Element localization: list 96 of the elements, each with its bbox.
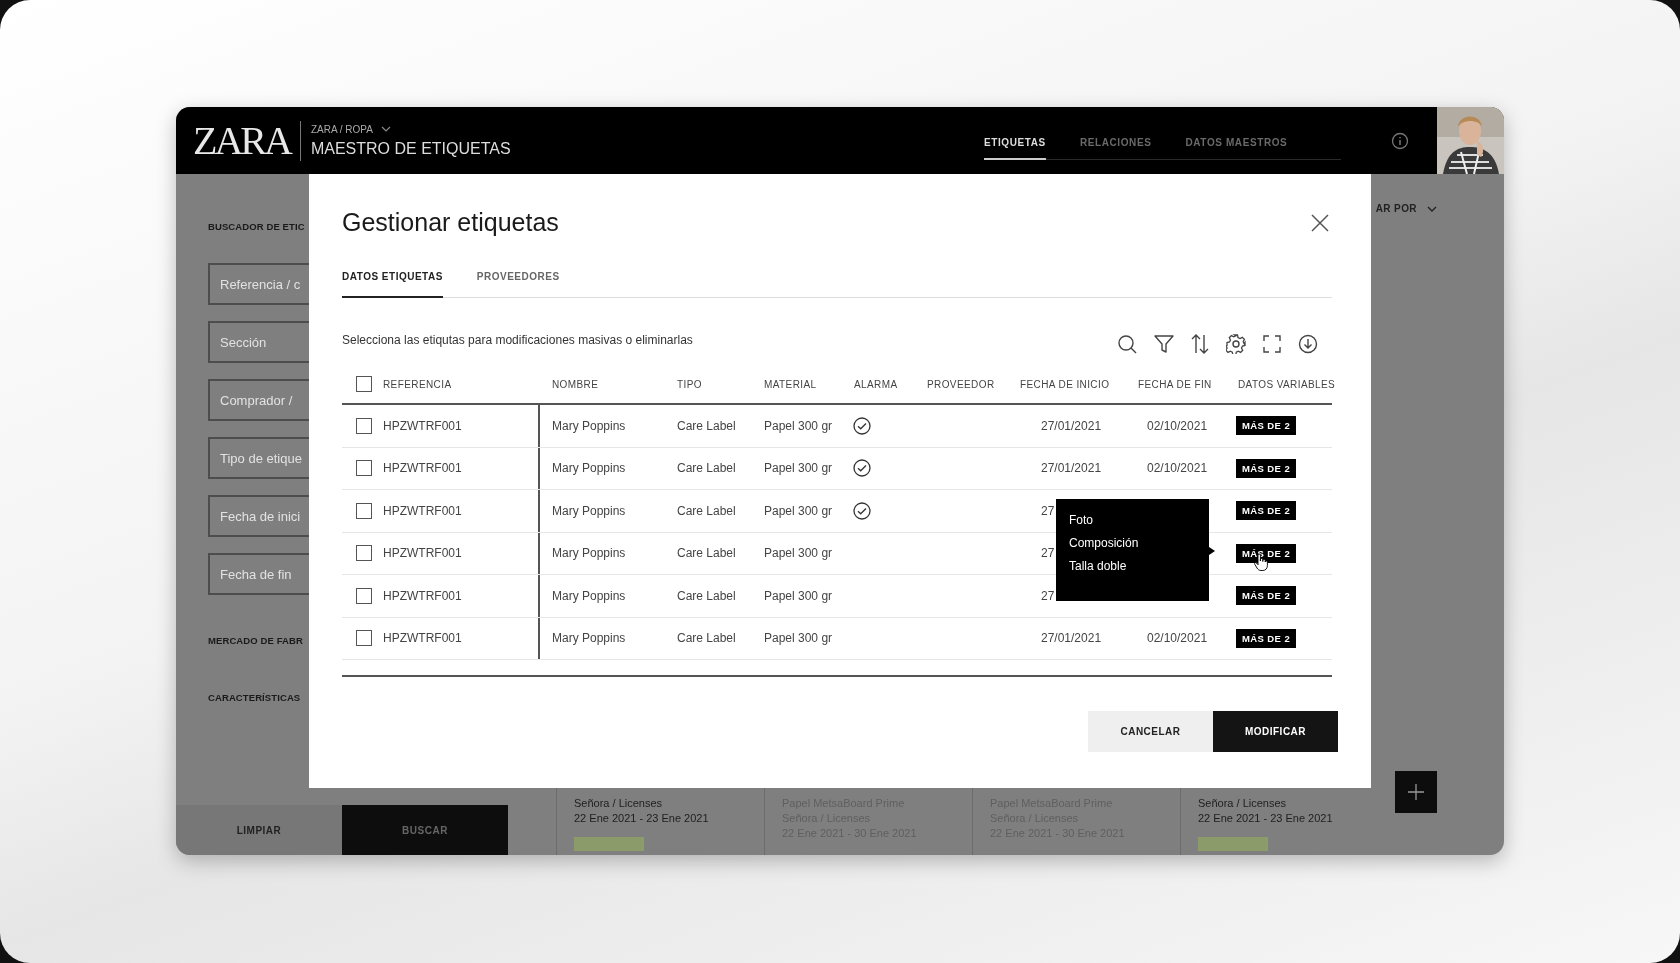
column-header: NOMBRE [552, 378, 599, 390]
table-cell: HPZWTRF001 [383, 546, 462, 561]
breadcrumb-dropdown[interactable]: ZARA / ROPA [310, 123, 391, 135]
column-header: MATERIAL [764, 378, 817, 390]
tab[interactable]: PROVEEDORES [476, 271, 560, 297]
more-badge[interactable]: MÁS DE 2 [1236, 501, 1297, 521]
table-cell: 02/10/2021 [1147, 461, 1208, 476]
table-cell: Care Label [677, 588, 736, 603]
column-header: REFERENCIA [383, 378, 452, 390]
table-cell: 27 [1041, 588, 1055, 603]
row-checkbox[interactable] [356, 502, 372, 519]
table-cell: Papel 300 gr [764, 631, 833, 646]
row-checkbox[interactable] [356, 587, 372, 604]
column-header: TIPO [677, 378, 702, 390]
table-cell: Care Label [677, 503, 736, 518]
table-cell: 27 [1041, 503, 1055, 518]
table-cell: Mary Poppins [552, 546, 626, 561]
download-icon[interactable] [1298, 334, 1318, 354]
table-cell: Papel 300 gr [764, 418, 833, 433]
column-header: FECHA DE FIN [1138, 378, 1212, 390]
fullscreen-icon[interactable] [1263, 335, 1281, 353]
add-button[interactable] [1395, 771, 1437, 813]
table-cell: 02/10/2021 [1147, 418, 1208, 433]
search-icon[interactable] [1117, 334, 1137, 354]
table-cell: 27/01/2021 [1041, 461, 1102, 476]
table-cell: Mary Poppins [552, 631, 626, 646]
row-checkbox[interactable] [356, 630, 372, 647]
table-cell: HPZWTRF001 [383, 631, 462, 646]
table-cell: Mary Poppins [552, 461, 626, 476]
column-header: FECHA DE INICIO [1020, 378, 1110, 390]
table-cell: Papel 300 gr [764, 546, 833, 561]
app-title: MAESTRO DE ETIQUETAS [310, 139, 511, 158]
card-text: 22 Ene 2021 - 23 Ene 2021 [1198, 811, 1334, 826]
table-row[interactable]: HPZWTRF001 Mary Poppins Care Label Papel 300 gr 27/01/2021 02/10/2021 MÁS DE 2 [342, 405, 1332, 448]
filter-icon[interactable] [1154, 334, 1174, 354]
filter-section: MERCADO DE FABR [208, 635, 303, 646]
table-cell: Mary Poppins [552, 503, 626, 518]
table-cell: Papel 300 gr [764, 461, 833, 476]
table-cell: Mary Poppins [552, 418, 626, 433]
table-cell: Papel 300 gr [764, 588, 833, 603]
table-cell: Care Label [677, 418, 736, 433]
card-text: Señora / Licenses [1198, 796, 1288, 811]
table-cell: 27 [1041, 546, 1055, 561]
chevron-down-icon [380, 126, 391, 132]
table-cell: HPZWTRF001 [383, 461, 462, 476]
card-text: Señora / Licenses [574, 796, 664, 811]
table-row[interactable]: HPZWTRF001 Mary Poppins Care Label Papel 300 gr 27/01/2021 02/10/2021 MÁS DE 2 [342, 447, 1332, 490]
dialog-button[interactable]: MODIFICAR [1213, 711, 1338, 752]
nav-tab[interactable]: ETIQUETAS [984, 129, 1046, 160]
more-badge[interactable]: MÁS DE 2 [1236, 458, 1297, 478]
column-header: ALARMA [854, 378, 898, 390]
card-text: 22 Ene 2021 - 23 Ene 2021 [574, 811, 710, 826]
status-badge [1198, 837, 1268, 851]
table-row[interactable]: HPZWTRF001 Mary Poppins Care Label Papel 300 gr 27/01/2021 02/10/2021 MÁS DE 2 [342, 617, 1332, 660]
table-cell: Care Label [677, 546, 736, 561]
row-checkbox[interactable] [356, 545, 372, 562]
settings-icon[interactable] [1226, 334, 1246, 354]
table-cell: Papel 300 gr [764, 503, 833, 518]
more-badge[interactable]: MÁS DE 2 [1236, 586, 1297, 606]
table-cell: HPZWTRF001 [383, 588, 462, 603]
table-cell: HPZWTRF001 [383, 418, 462, 433]
menu-item[interactable]: Talla doble [1069, 559, 1209, 573]
logo: ZARA [193, 120, 301, 161]
menu-item[interactable]: Composición [1069, 536, 1209, 550]
nav-tab[interactable]: RELACIONES [1079, 129, 1152, 159]
table-cell: Mary Poppins [552, 588, 626, 603]
row-checkbox[interactable] [356, 460, 372, 477]
table-cell: Care Label [677, 631, 736, 646]
table-cell: 27/01/2021 [1041, 631, 1102, 646]
plus-icon [1407, 783, 1425, 801]
close-icon[interactable] [1311, 213, 1329, 232]
status-badge [574, 837, 644, 851]
table-cell: HPZWTRF001 [383, 503, 462, 518]
table-cell: 27/01/2021 [1041, 418, 1102, 433]
column-header: DATOS VARIABLES [1238, 378, 1336, 390]
sort-icon[interactable] [1191, 334, 1209, 354]
sort-dropdown[interactable]: AR POR [1375, 203, 1437, 214]
sidebar-button[interactable]: LIMPIAR [176, 805, 342, 855]
dialog-title: Gestionar etiquetas [342, 208, 559, 237]
row-checkbox[interactable] [356, 417, 372, 434]
chevron-down-icon [1427, 205, 1437, 212]
column-header: PROVEEDOR [927, 378, 995, 390]
table-cell: 02/10/2021 [1147, 631, 1208, 646]
nav-tab[interactable]: DATOS MAESTROS [1185, 129, 1288, 159]
tab[interactable]: DATOS ETIQUETAS [342, 271, 443, 298]
description-text: Selecciona las etiqutas para modificaciones masivas o eliminarlas [342, 333, 693, 347]
more-badge[interactable]: MÁS DE 2 [1236, 543, 1297, 563]
dialog-button[interactable]: CANCELAR [1088, 711, 1213, 752]
menu-item[interactable]: Foto [1069, 513, 1209, 527]
filter-heading: BUSCADOR DE ETIC [208, 221, 305, 232]
table-cell: Care Label [677, 461, 736, 476]
info-icon[interactable] [1391, 131, 1409, 150]
more-badge[interactable]: MÁS DE 2 [1236, 416, 1297, 436]
select-all-checkbox[interactable] [356, 376, 372, 392]
more-badge[interactable]: MÁS DE 2 [1236, 628, 1297, 648]
filter-section: CARACTERÍSTICAS [208, 692, 301, 703]
